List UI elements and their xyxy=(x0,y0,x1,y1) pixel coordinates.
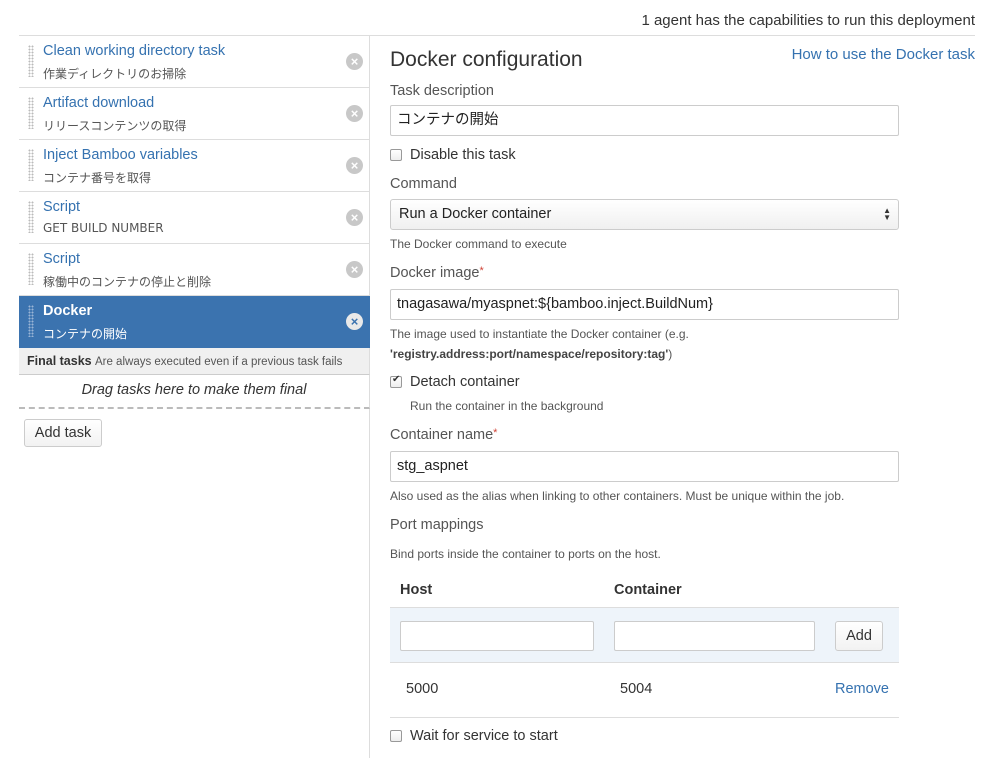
remove-task-icon[interactable]: × xyxy=(346,313,363,330)
task-name[interactable]: Inject Bamboo variables xyxy=(43,147,198,163)
drag-handle-icon[interactable] xyxy=(28,45,34,77)
task-name[interactable]: Artifact download xyxy=(43,95,154,111)
task-description: 稼働中のコンテナの停止と削除 xyxy=(43,275,212,289)
remove-port-link[interactable]: Remove xyxy=(835,681,889,697)
task-name[interactable]: Clean working directory task xyxy=(43,43,225,59)
page-title: Docker configuration xyxy=(390,48,583,71)
task-item[interactable]: Script GET BUILD NUMBER × xyxy=(19,192,370,244)
docker-image-label: Docker image* xyxy=(390,265,484,281)
drag-handle-icon[interactable] xyxy=(28,201,34,233)
add-port-button[interactable]: Add xyxy=(835,621,883,651)
container-port-value: 5004 xyxy=(620,681,653,697)
drag-handle-icon[interactable] xyxy=(28,149,34,181)
container-name-label: Container name* xyxy=(390,427,497,443)
host-port-input[interactable] xyxy=(400,621,594,651)
task-description: 作業ディレクトリのお掃除 xyxy=(43,67,187,81)
container-name-label-text: Container name xyxy=(390,427,494,443)
left-panel-footer: Add task xyxy=(19,409,370,758)
select-arrows-icon: ▲ ▼ xyxy=(883,206,891,222)
disable-task-checkbox[interactable] xyxy=(390,149,402,161)
port-mappings-table: Host Container Add 5000 5004 Remove xyxy=(390,572,899,718)
container-column-header: Container xyxy=(614,582,682,598)
port-mappings-label: Port mappings xyxy=(390,517,484,533)
task-item[interactable]: Inject Bamboo variables コンテナ番号を取得 × xyxy=(19,140,370,192)
agents-capability-text: 1 agent has the capabilities to run this… xyxy=(641,12,975,29)
task-item[interactable]: Clean working directory task 作業ディレクトリのお掃… xyxy=(19,36,370,88)
disable-task-label: Disable this task xyxy=(410,147,516,163)
remove-task-icon[interactable]: × xyxy=(346,105,363,122)
remove-task-icon[interactable]: × xyxy=(346,157,363,174)
host-port-value: 5000 xyxy=(406,681,439,697)
wait-for-service-checkbox[interactable] xyxy=(390,730,402,742)
task-description-label: Task description xyxy=(390,83,494,99)
wait-for-service-label: Wait for service to start xyxy=(410,728,558,744)
drag-handle-icon[interactable] xyxy=(28,253,34,285)
task-name[interactable]: Docker xyxy=(43,303,92,319)
task-description-input[interactable]: コンテナの開始 xyxy=(390,105,899,136)
docker-image-hint-1: The image used to instantiate the Docker… xyxy=(390,327,689,341)
final-tasks-subtitle: Are always executed even if a previous t… xyxy=(94,356,343,368)
docker-image-label-text: Docker image xyxy=(390,265,480,281)
port-input-row: Add xyxy=(390,608,899,663)
remove-task-icon[interactable]: × xyxy=(346,209,363,226)
final-tasks-header: Final tasks Are always executed even if … xyxy=(19,348,370,375)
docker-image-input[interactable]: tnagasawa/myaspnet:${bamboo.inject.Build… xyxy=(390,289,899,320)
table-row: 5000 5004 Remove xyxy=(390,663,899,718)
task-item[interactable]: Artifact download リリースコンテンツの取得 × xyxy=(19,88,370,140)
task-item[interactable]: Script 稼働中のコンテナの停止と削除 × xyxy=(19,244,370,296)
task-name[interactable]: Script xyxy=(43,251,80,267)
detach-container-label: Detach container xyxy=(410,374,520,390)
detach-container-hint: Run the container in the background xyxy=(410,399,604,413)
drag-handle-icon[interactable] xyxy=(28,305,34,337)
drag-handle-icon[interactable] xyxy=(28,97,34,129)
docker-image-hint-2: 'registry.address:port/namespace/reposit… xyxy=(390,347,672,361)
remove-task-icon[interactable]: × xyxy=(346,53,363,70)
docker-image-hint-tail: ) xyxy=(668,347,673,361)
container-port-input[interactable] xyxy=(614,621,815,651)
host-column-header: Host xyxy=(400,582,433,598)
remove-task-icon[interactable]: × xyxy=(346,261,363,278)
detach-container-checkbox[interactable] xyxy=(390,374,402,388)
final-tasks-drop-zone[interactable]: Drag tasks here to make them final xyxy=(19,375,370,409)
port-mappings-hint: Bind ports inside the container to ports… xyxy=(390,547,661,561)
container-name-hint: Also used as the alias when linking to o… xyxy=(390,489,845,503)
command-select[interactable]: Run a Docker container ▲ ▼ xyxy=(390,199,899,230)
docker-help-link[interactable]: How to use the Docker task xyxy=(792,46,975,63)
port-table-header: Host Container xyxy=(390,572,899,608)
add-task-button[interactable]: Add task xyxy=(24,419,102,447)
command-select-value: Run a Docker container xyxy=(399,206,552,222)
required-marker: * xyxy=(493,427,498,439)
task-description: コンテナ番号を取得 xyxy=(43,171,152,185)
command-label: Command xyxy=(390,176,457,192)
task-description: コンテナの開始 xyxy=(43,327,128,341)
task-description: GET BUILD NUMBER xyxy=(43,221,164,235)
task-list: Clean working directory task 作業ディレクトリのお掃… xyxy=(19,36,370,758)
task-description: リリースコンテンツの取得 xyxy=(43,119,187,133)
docker-image-example: 'registry.address:port/namespace/reposit… xyxy=(390,347,669,361)
container-name-input[interactable]: stg_aspnet xyxy=(390,451,899,482)
final-tasks-title: Final tasks xyxy=(27,354,92,368)
task-name[interactable]: Script xyxy=(43,199,80,215)
required-marker: * xyxy=(479,265,484,277)
task-item-selected[interactable]: Docker コンテナの開始 × xyxy=(19,296,370,348)
command-hint: The Docker command to execute xyxy=(390,237,567,251)
